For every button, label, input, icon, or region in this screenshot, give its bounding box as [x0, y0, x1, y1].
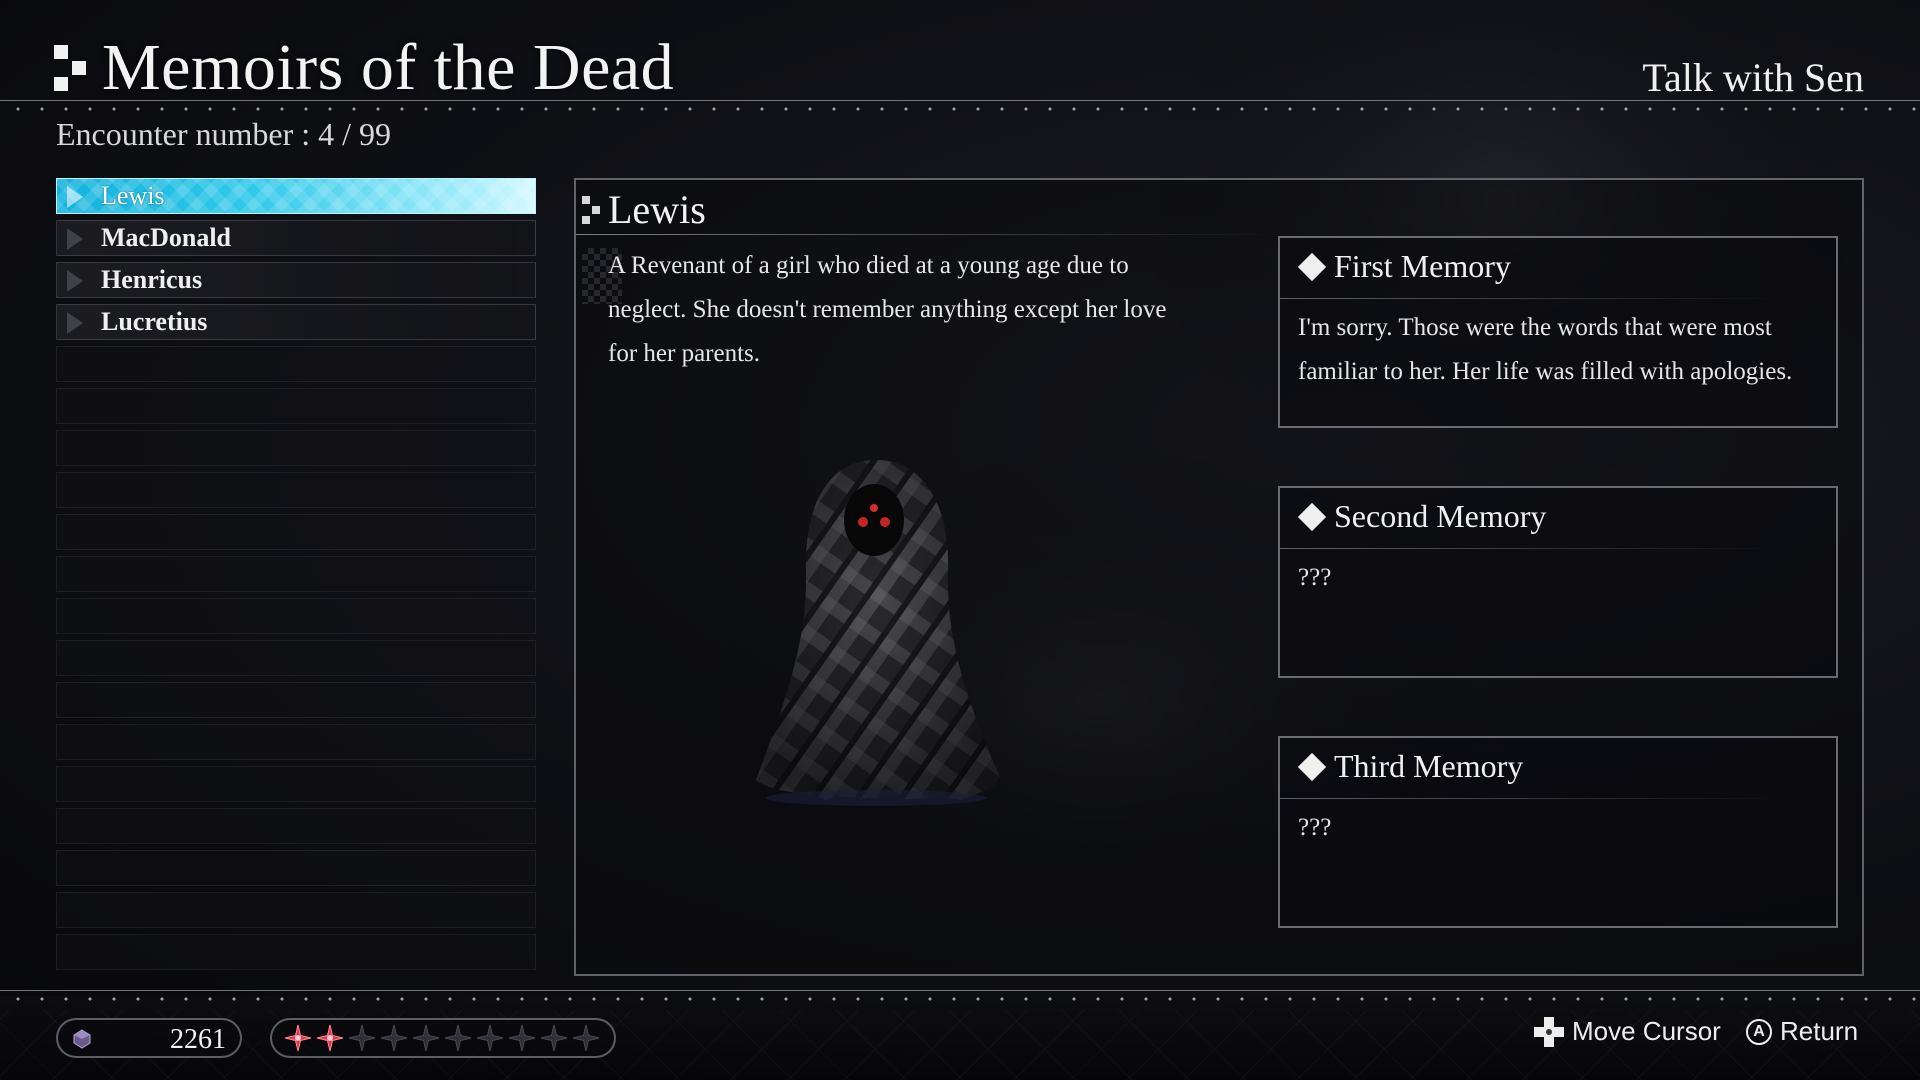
arrow-marker-icon: [67, 312, 83, 334]
list-item-lewis[interactable]: Lewis: [56, 178, 536, 214]
list-item-empty: [56, 430, 536, 466]
a-button-icon: A: [1746, 1018, 1772, 1045]
list-item-label: Lucretius: [101, 307, 208, 336]
list-item-empty: [56, 808, 536, 844]
memory-title: Second Memory: [1297, 498, 1547, 535]
memory-text: ???: [1298, 564, 1332, 591]
list-item-empty: [56, 472, 536, 508]
memory-divider: [1280, 548, 1781, 549]
memory-title: First Memory: [1297, 248, 1511, 285]
memory-text: I'm sorry. Those were the words that wer…: [1298, 314, 1793, 385]
hint-move-label: Move Cursor: [1572, 1016, 1721, 1046]
third-memory-panel: Third Memory ???: [1278, 736, 1838, 928]
list-item-empty: [56, 388, 536, 424]
header: Memoirs of the Dead: [54, 28, 674, 108]
arrow-marker-icon: [67, 270, 83, 292]
footer-divider: [0, 990, 1920, 1005]
list-item-empty: [56, 850, 536, 886]
list-item-empty: [56, 514, 536, 550]
currency-display: 2261: [56, 1018, 242, 1058]
pip-empty-icon: [444, 1024, 472, 1052]
detail-panel: Lewis A Revenant of a girl who died at a…: [574, 178, 1864, 976]
pip-filled-icon: [284, 1024, 312, 1052]
hint-move-cursor: Move Cursor: [1534, 1016, 1721, 1047]
list-item-empty: [56, 892, 536, 928]
diamond-icon: [1297, 752, 1327, 781]
list-item-label: MacDonald: [101, 223, 231, 252]
hint-return-label: Return: [1780, 1016, 1859, 1046]
menu-cross-icon: [54, 43, 88, 93]
pip-empty-icon: [572, 1024, 600, 1052]
list-item-label: Lewis: [101, 181, 165, 210]
diamond-icon: [1297, 502, 1327, 531]
memory-text: ???: [1298, 814, 1332, 841]
header-divider: [0, 100, 1920, 115]
list-item-empty: [56, 724, 536, 760]
revenant-description: A Revenant of a girl who died at a young…: [608, 252, 1167, 367]
pip-filled-icon: [316, 1024, 344, 1052]
encounter-counter: Encounter number : 4 / 99: [56, 116, 392, 152]
list-item-macdonald[interactable]: MacDonald: [56, 220, 536, 256]
revenant-list: Lewis MacDonald Henricus Lucretius: [56, 178, 536, 976]
list-item-empty: [56, 640, 536, 676]
list-item-label: Henricus: [101, 265, 203, 294]
name-marker-icon: [582, 196, 602, 224]
memory-title-text: First Memory: [1334, 248, 1511, 284]
page-title: Memoirs of the Dead: [102, 31, 675, 104]
pip-empty-icon: [540, 1024, 568, 1052]
list-item-empty: [56, 598, 536, 634]
currency-value: 2261: [170, 1024, 226, 1055]
list-item-henricus[interactable]: Henricus: [56, 262, 536, 298]
list-item-lucretius[interactable]: Lucretius: [56, 304, 536, 340]
hint-return[interactable]: A Return: [1746, 1016, 1858, 1047]
pip-empty-icon: [412, 1024, 440, 1052]
memory-title-text: Second Memory: [1334, 498, 1547, 534]
memory-title: Third Memory: [1297, 748, 1524, 785]
arrow-marker-icon: [67, 228, 83, 250]
memory-title-text: Third Memory: [1334, 748, 1524, 784]
arrow-marker-icon: [67, 186, 83, 208]
list-item-empty: [56, 556, 536, 592]
pip-empty-icon: [508, 1024, 536, 1052]
revenant-name: Lewis: [608, 187, 706, 232]
pip-empty-icon: [380, 1024, 408, 1052]
list-item-empty: [56, 346, 536, 382]
diamond-icon: [1297, 252, 1327, 281]
dpad-icon: [1534, 1016, 1564, 1047]
first-memory-panel: First Memory I'm sorry. Those were the w…: [1278, 236, 1838, 428]
gem-icon: [73, 1029, 91, 1049]
name-divider: [576, 234, 1276, 235]
revenant-ghost-icon: [756, 460, 1001, 806]
memory-divider: [1280, 798, 1781, 799]
pip-empty-icon: [348, 1024, 376, 1052]
soul-pip-meter: [270, 1018, 616, 1058]
list-item-empty: [56, 682, 536, 718]
second-memory-panel: Second Memory ???: [1278, 486, 1838, 678]
memory-divider: [1280, 298, 1781, 299]
talk-with-sen-label: Talk with Sen: [1642, 55, 1864, 100]
list-item-empty: [56, 766, 536, 802]
list-item-empty: [56, 934, 536, 970]
pip-empty-icon: [476, 1024, 504, 1052]
